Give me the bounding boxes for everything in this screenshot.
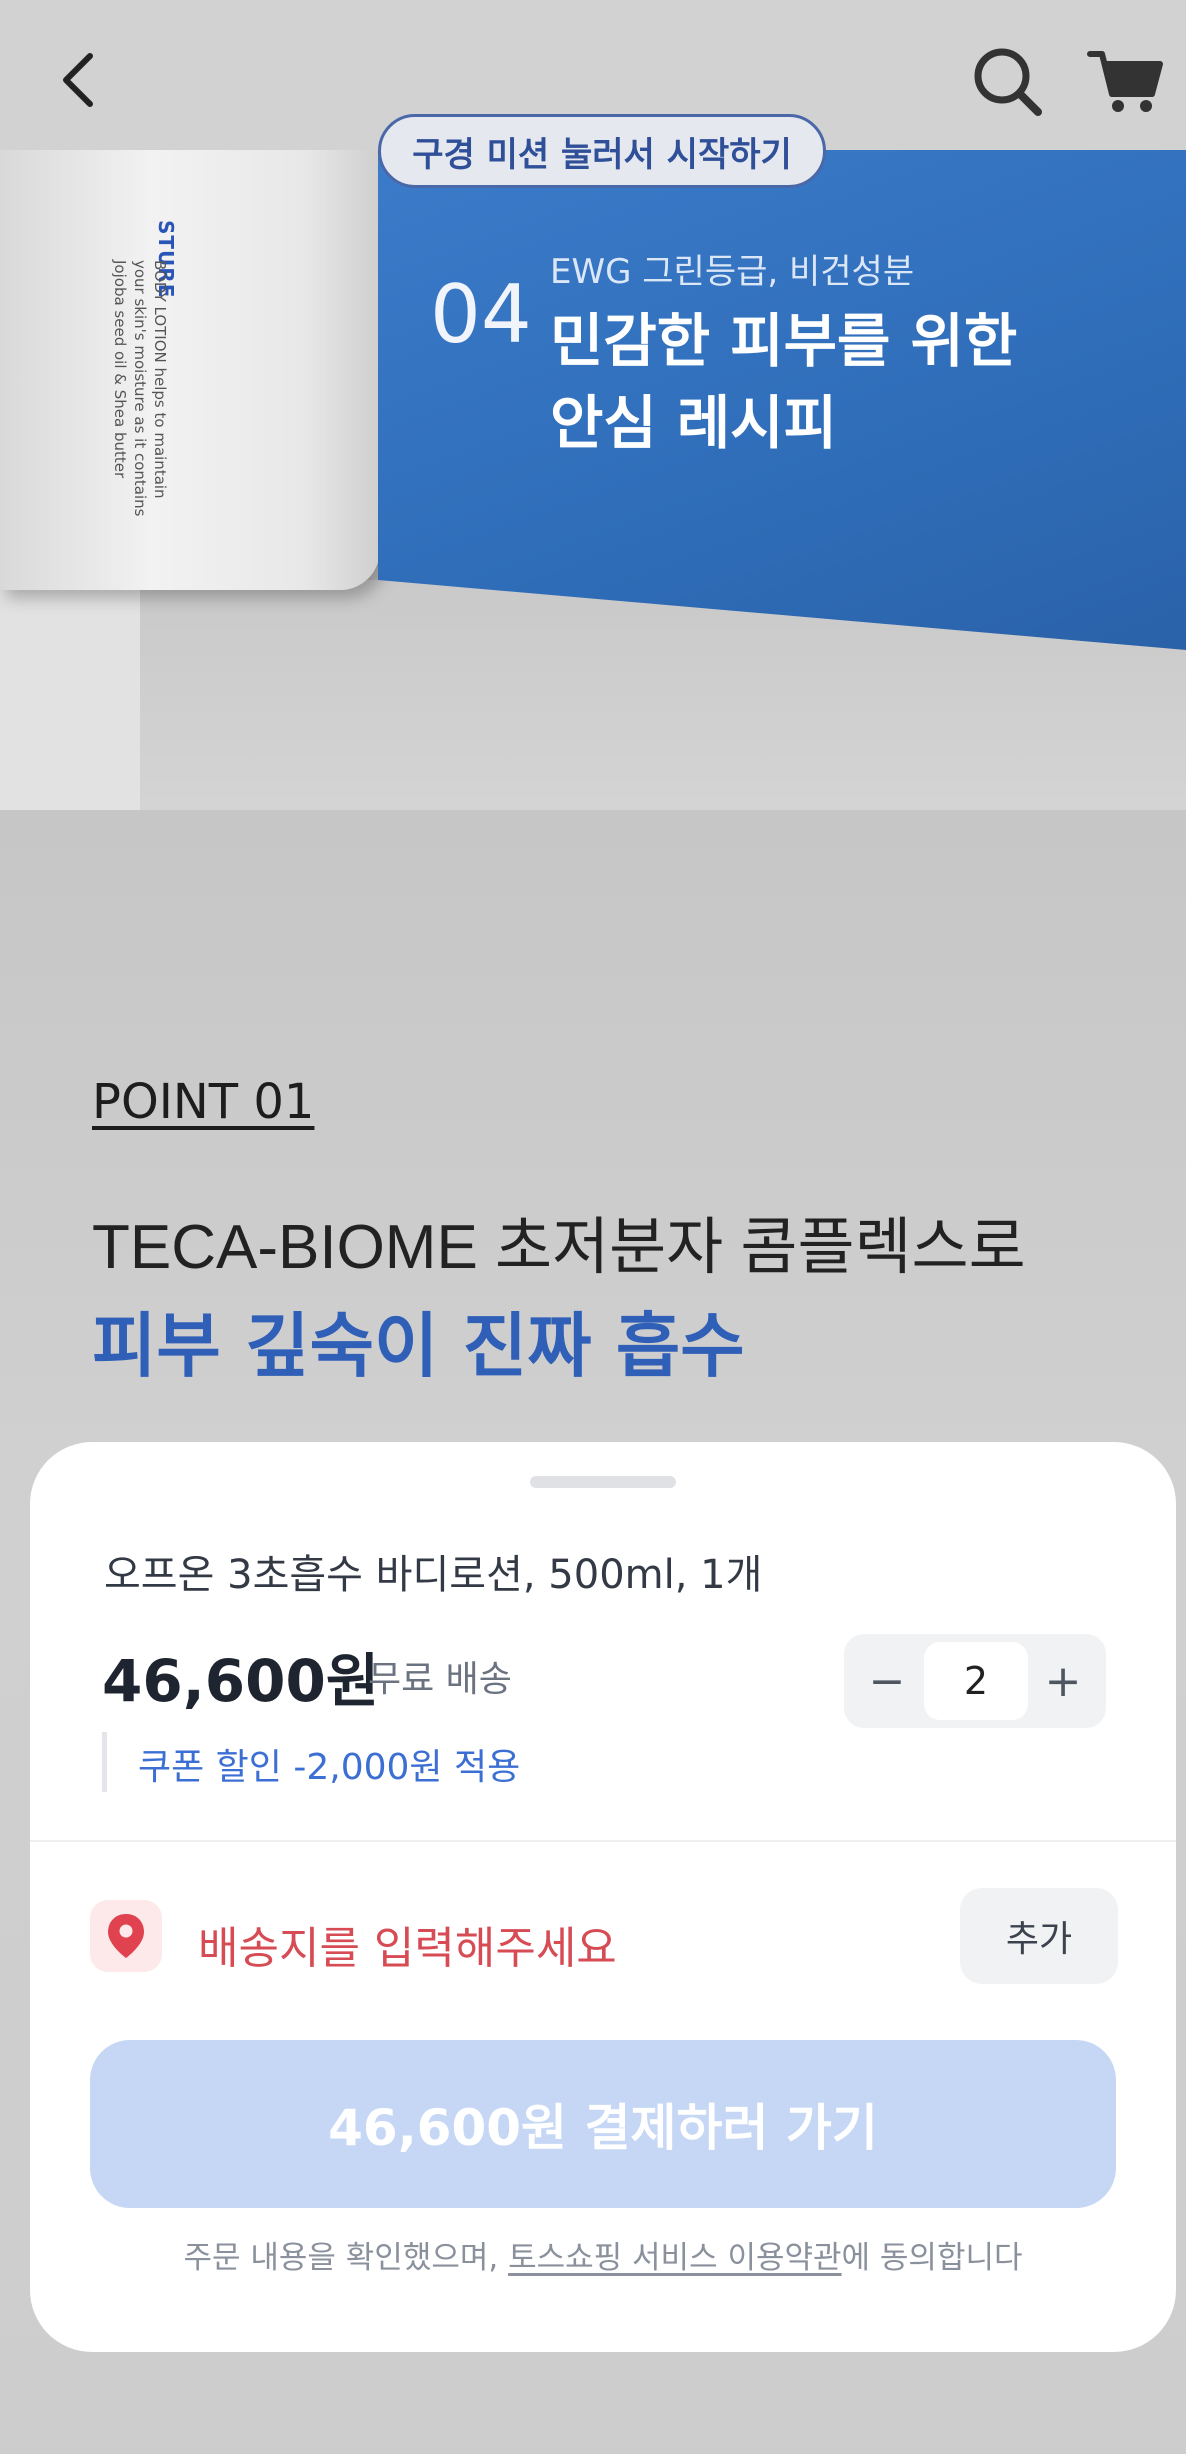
- terms-notice: 주문 내용을 확인했으며, 토스쇼핑 서비스 이용약관에 동의합니다: [30, 2232, 1176, 2277]
- add-address-button[interactable]: 추가: [960, 1888, 1118, 1984]
- quantity-value[interactable]: 2: [924, 1642, 1028, 1720]
- feature-subtitle: EWG 그린등급, 비건성분: [550, 252, 915, 292]
- bottle-text-line: your skin's moisture as it contains: [131, 260, 149, 517]
- chevron-left-icon: [63, 53, 93, 107]
- checkout-button[interactable]: 46,600원 결제하러 가기: [90, 2040, 1116, 2208]
- search-button[interactable]: [970, 42, 1046, 118]
- purchase-bottom-sheet: 오프온 3초흡수 바디로션, 500ml, 1개 46,600원 무료 배송 쿠…: [30, 1442, 1176, 2352]
- product-name: 오프온 3초흡수 바디로션, 500ml, 1개: [104, 1552, 763, 1598]
- mission-label: 구경 미션 눌러서 시작하기: [412, 134, 792, 175]
- address-prompt[interactable]: 배송지를 입력해주세요: [198, 1912, 617, 1976]
- bottle-label-text: BODY LOTION helps to maintain your skin'…: [110, 260, 170, 516]
- search-icon: [974, 48, 1042, 116]
- cart-icon: [1087, 51, 1163, 112]
- terms-prefix: 주문 내용을 확인했으며,: [183, 2240, 509, 2276]
- product-hero-image: STURE BODY LOTION helps to maintain your…: [0, 150, 1186, 810]
- feature-title: 민감한 피부를 위한 안심 레시피: [550, 300, 1017, 464]
- feature-title-line: 민감한 피부를 위한: [550, 307, 1018, 375]
- decrease-quantity-button[interactable]: −: [852, 1634, 922, 1728]
- point-label: POINT 01: [92, 1074, 315, 1130]
- headline-line-1: TECA-BIOME 초저분자 콤플렉스로: [92, 1213, 1026, 1282]
- shipping-label: 무료 배송: [368, 1659, 512, 1700]
- terms-suffix: 에 동의합니다: [841, 2240, 1023, 2276]
- shelf-left: [0, 590, 140, 810]
- cart-button[interactable]: [1086, 42, 1166, 118]
- terms-link[interactable]: 토스쇼핑 서비스 이용약관: [508, 2240, 841, 2276]
- increase-quantity-button[interactable]: +: [1028, 1634, 1098, 1728]
- quantity-stepper: − 2 +: [844, 1634, 1106, 1728]
- feature-title-line: 안심 레시피: [550, 389, 837, 457]
- product-price: 46,600원: [102, 1647, 380, 1715]
- location-pin-icon: [108, 1914, 144, 1958]
- sheet-handle[interactable]: [530, 1476, 676, 1488]
- coupon-discount-text: 쿠폰 할인 -2,000원 적용: [138, 1747, 521, 1788]
- coupon-indicator-bar: [102, 1732, 107, 1792]
- back-button[interactable]: [52, 42, 112, 118]
- mission-start-button[interactable]: 구경 미션 눌러서 시작하기: [378, 114, 826, 188]
- bottle-image: STURE BODY LOTION helps to maintain your…: [0, 150, 380, 590]
- location-pin-badge: [90, 1900, 162, 1972]
- feature-number: 04: [430, 268, 532, 361]
- bottle-text-line: BODY LOTION helps to maintain: [151, 260, 169, 499]
- bottle-text-line: Jojoba seed oil & Shea butter: [111, 260, 129, 479]
- divider: [30, 1840, 1176, 1842]
- headline-line-2: 피부 깊숙이 진짜 흡수: [92, 1305, 745, 1387]
